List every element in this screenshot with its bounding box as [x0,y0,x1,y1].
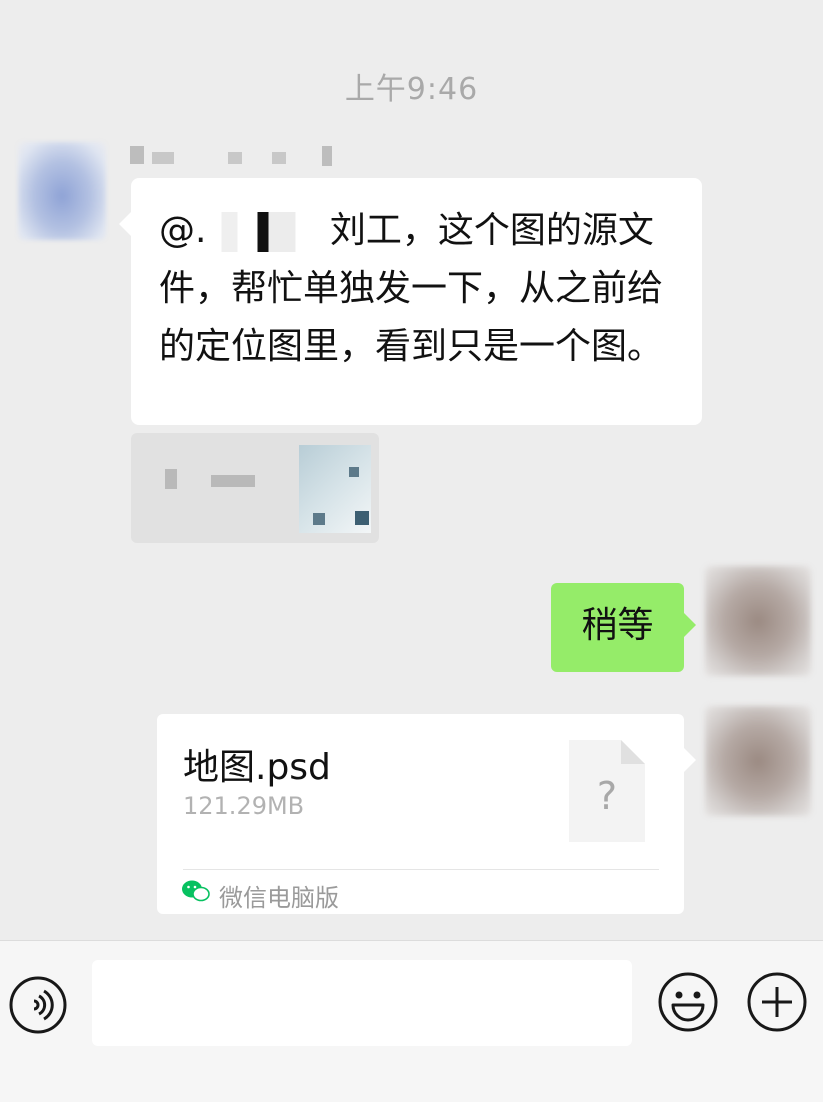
file-icon-glyph: ? [596,774,618,818]
incoming-message-text: @. 刘工，这个图的源文件，帮忙单独发一下，从之前给的定位图里，看到只是一个图。 [159,202,684,376]
quoted-image-thumbnail[interactable] [299,445,371,533]
emoji-icon[interactable] [656,970,720,1034]
voice-icon[interactable] [8,975,68,1035]
wechat-logo-icon [182,880,210,902]
mention-prefix: @. [159,210,207,251]
my-avatar[interactable] [705,566,811,676]
file-message-card[interactable]: 地图.psd 121.29MB ? 微信电脑版 [157,714,696,914]
sender-avatar[interactable] [18,142,106,240]
file-source-label: 微信电脑版 [219,884,339,912]
my-avatar-file[interactable] [705,706,811,816]
file-size: 121.29MB [183,792,305,820]
outgoing-message-bubble[interactable]: 稍等 [551,583,696,672]
file-name: 地图.psd [183,747,331,788]
outgoing-message-text: 稍等 [581,605,654,646]
sender-name-blurred [130,142,350,166]
mention-mask [206,212,319,252]
file-card-divider [183,869,659,870]
quoted-message[interactable] [131,433,379,543]
message-timestamp: 上午9:46 [344,72,479,107]
plus-icon[interactable] [745,970,809,1034]
incoming-message-bubble[interactable]: @. 刘工，这个图的源文件，帮忙单独发一下，从之前给的定位图里，看到只是一个图。 [119,178,702,425]
chat-area: 上午9:46 @. 刘工，这个图的源文件，帮忙单独发一下，从之前给的定位图里，看… [0,0,823,940]
message-input[interactable] [92,960,632,1046]
